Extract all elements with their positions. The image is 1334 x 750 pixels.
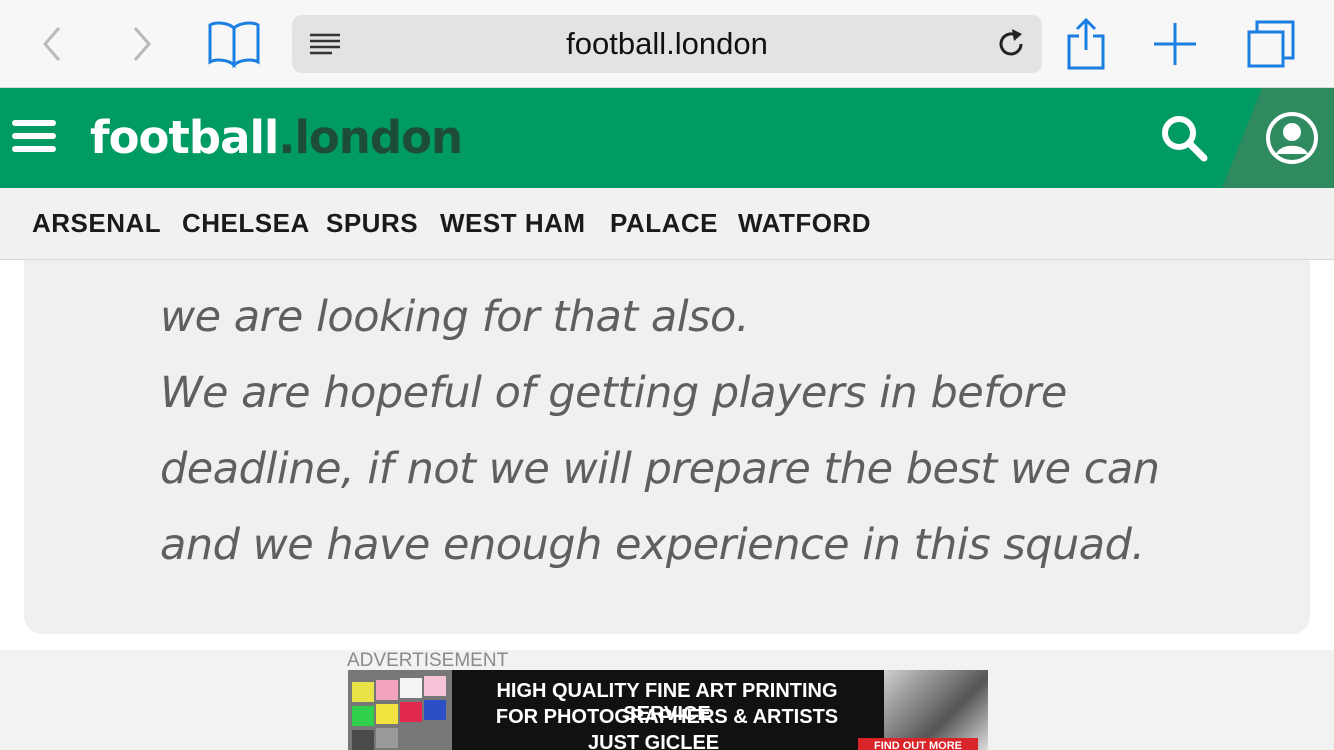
browser-toolbar: football.london: [0, 0, 1334, 88]
ad-banner[interactable]: HIGH QUALITY FINE ART PRINTING SERVICE F…: [348, 670, 988, 750]
logo-part-football: football: [90, 111, 279, 164]
reload-icon[interactable]: [994, 27, 1028, 61]
advertisement-area: ADVERTISEMENT HIGH QUALITY FINE ART PRIN…: [0, 650, 1334, 750]
chevron-right-icon: [133, 27, 151, 61]
quote-line: We are hopeful of getting players in bef…: [160, 368, 1067, 418]
plus-icon: [1154, 23, 1196, 65]
hamburger-icon: [12, 120, 56, 126]
club-nav-arsenal[interactable]: ARSENAL: [32, 188, 161, 258]
club-nav: ARSENAL CHELSEA SPURS WEST HAM PALACE WA…: [0, 188, 1334, 260]
club-nav-palace[interactable]: PALACE: [610, 188, 718, 258]
ad-brand: JUST GICLEE: [588, 732, 720, 750]
advertisement-label: ADVERTISEMENT: [347, 650, 509, 671]
search-icon: [1162, 116, 1208, 162]
chevron-left-icon: [43, 27, 61, 61]
bookmarks-button[interactable]: [204, 14, 264, 74]
ad-headline-2: FOR PHOTOGRAPHERS & ARTISTS: [495, 706, 839, 728]
quote-line: deadline, if not we will prepare the bes…: [160, 444, 1160, 494]
club-nav-spurs[interactable]: SPURS: [326, 188, 418, 258]
tabs-button[interactable]: [1240, 14, 1300, 74]
menu-button[interactable]: [12, 120, 56, 156]
forward-button[interactable]: [112, 14, 172, 74]
club-nav-west-ham[interactable]: WEST HAM: [440, 188, 586, 258]
quote-line: and we have enough experience in this sq…: [160, 520, 1145, 570]
back-button[interactable]: [22, 14, 82, 74]
share-icon: [1067, 17, 1105, 70]
account-button[interactable]: [1264, 110, 1320, 166]
club-nav-chelsea[interactable]: CHELSEA: [182, 188, 310, 258]
site-header: football.london: [0, 88, 1334, 188]
site-logo[interactable]: football.london: [90, 110, 463, 166]
new-tab-button[interactable]: [1145, 14, 1205, 74]
tabs-icon: [1247, 20, 1295, 68]
ad-cta-button[interactable]: FIND OUT MORE: [858, 738, 978, 750]
club-nav-watford[interactable]: WATFORD: [738, 188, 871, 258]
share-button[interactable]: [1056, 14, 1116, 74]
address-bar[interactable]: football.london: [292, 15, 1042, 73]
url-text[interactable]: football.london: [292, 15, 1042, 73]
quote-line: we are looking for that also.: [160, 292, 750, 342]
quote-box: we are looking for that also. We are hop…: [24, 200, 1310, 634]
color-swatch-image: [348, 670, 452, 750]
book-icon: [208, 21, 260, 68]
account-icon: [1266, 112, 1318, 164]
logo-part-london: .london: [278, 111, 463, 164]
search-button[interactable]: [1158, 112, 1212, 166]
